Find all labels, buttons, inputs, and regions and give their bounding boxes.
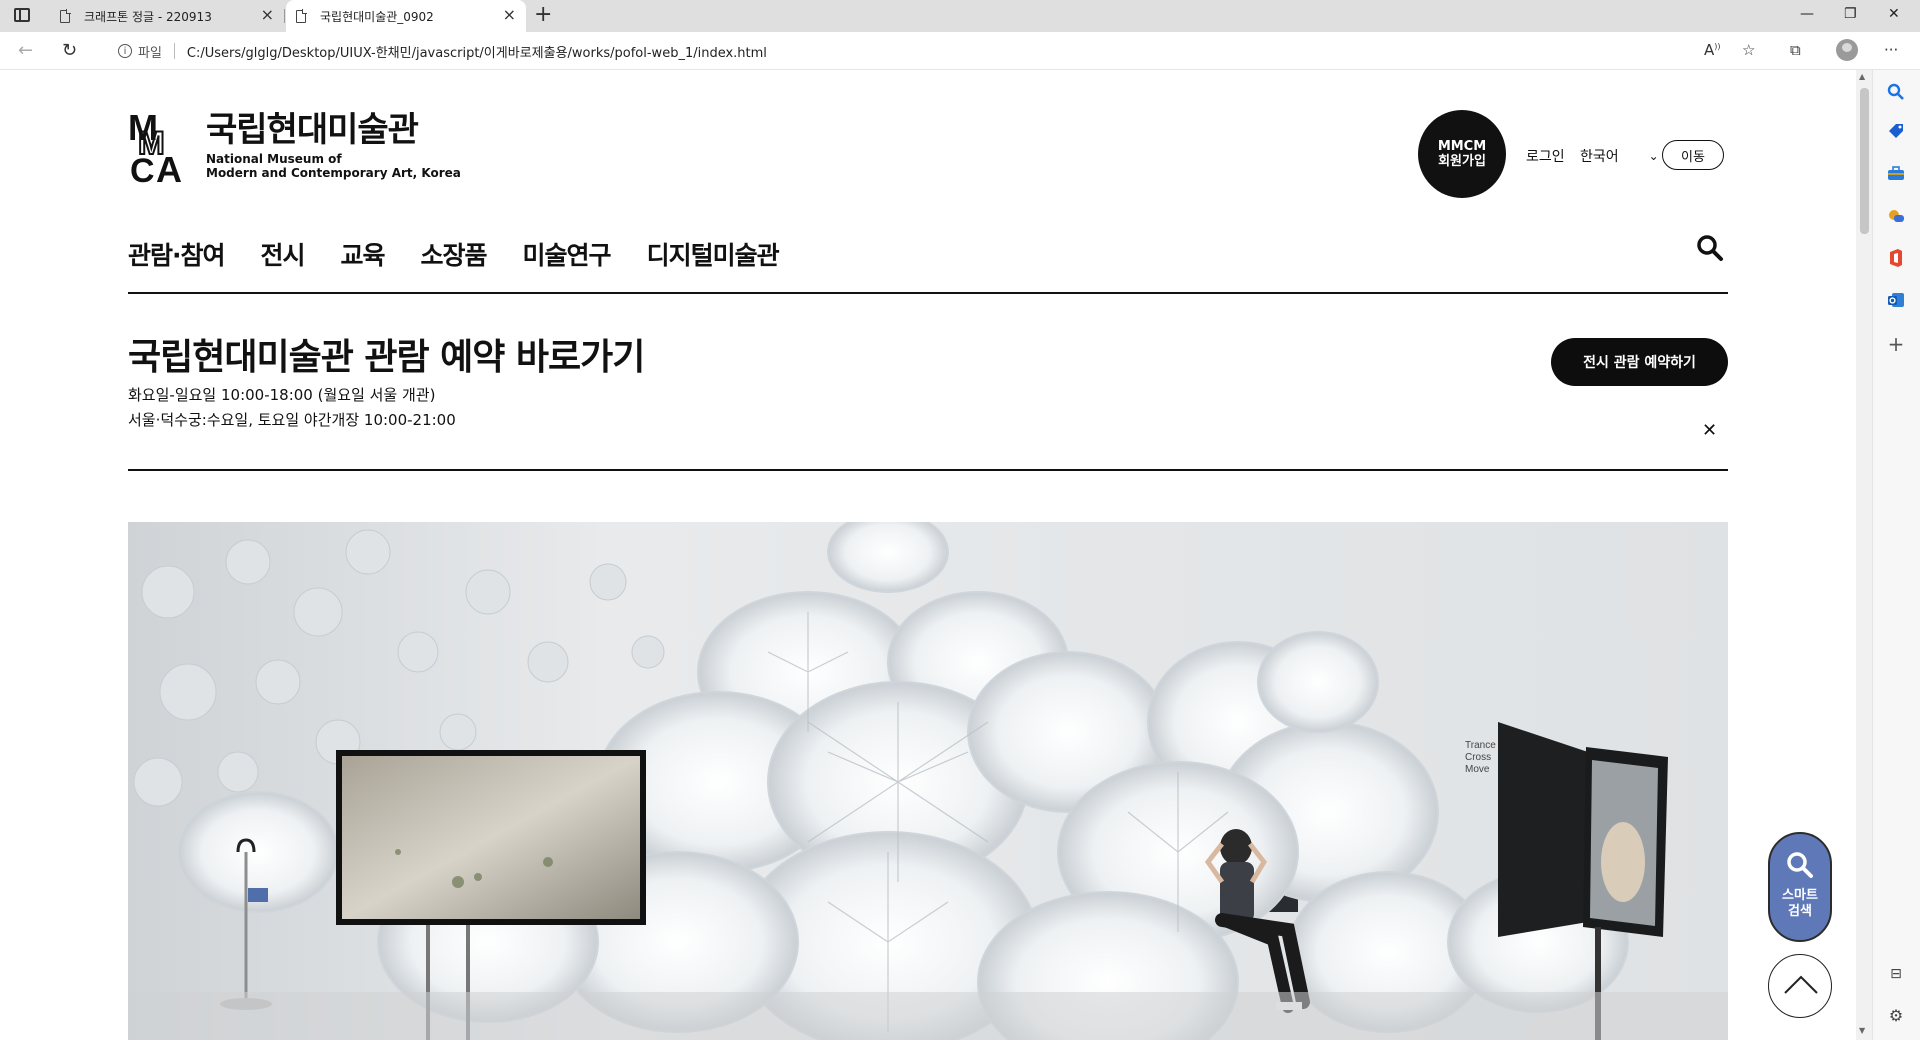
favorites-add-icon[interactable]: ☆ <box>1742 41 1755 59</box>
new-tab-plus-icon[interactable]: + <box>534 3 552 27</box>
close-notice-icon[interactable]: ✕ <box>1702 420 1717 441</box>
document-icon <box>296 9 307 23</box>
close-tab-icon[interactable]: × <box>503 7 516 23</box>
scroll-down-arrow-icon[interactable]: ▼ <box>1859 1026 1865 1035</box>
join-line-2: 회원가입 <box>1438 154 1486 169</box>
nav-item-visit[interactable]: 관람·참여 <box>128 236 225 272</box>
tab-title: 크래프톤 정글 - 220913 <box>84 9 212 24</box>
window-close-icon[interactable]: ✕ <box>1888 6 1900 22</box>
tools-briefcase-icon[interactable] <box>1886 164 1906 184</box>
scroll-thumb[interactable] <box>1860 88 1869 234</box>
notice-divider <box>128 469 1728 471</box>
url-protocol: 파일 <box>138 45 162 61</box>
smart-search-label-2: 검색 <box>1788 904 1812 919</box>
svg-text:A: A <box>156 149 182 184</box>
browser-address-bar: ← ↻ i 파일 C:/Users/glglg/Desktop/UIUX-한채민… <box>0 32 1920 70</box>
outlook-icon[interactable] <box>1886 290 1906 310</box>
search-icon[interactable] <box>1696 234 1724 262</box>
wall-text-line-1: Trance <box>1465 740 1496 751</box>
logo-korean-name: 국립현대미술관 <box>206 110 419 150</box>
header-divider <box>128 292 1728 294</box>
membership-join-button[interactable]: MMCM 회원가입 <box>1418 110 1506 198</box>
settings-gear-icon[interactable]: ⚙ <box>1886 1006 1906 1026</box>
chevron-down-icon: ⌄ <box>1648 149 1659 163</box>
sidebar-toggle-icon[interactable]: ⊟ <box>1886 966 1906 986</box>
smart-search-label-1: 스마트 <box>1782 888 1818 903</box>
nav-item-digital[interactable]: 디지털미술관 <box>647 236 780 272</box>
games-icon[interactable] <box>1886 206 1906 226</box>
nav-item-collection[interactable]: 소장품 <box>421 236 488 272</box>
language-select[interactable]: 한국어 ⌄ <box>1580 146 1659 166</box>
login-link[interactable]: 로그인 <box>1526 146 1565 166</box>
tab-separator <box>284 9 285 23</box>
scroll-up-arrow-icon[interactable]: ▲ <box>1859 72 1865 81</box>
page-scrollbar[interactable]: ▲ ▼ <box>1856 70 1872 1040</box>
add-plus-icon[interactable]: + <box>1886 334 1906 354</box>
logo-english-line-1: National Museum of <box>206 152 342 166</box>
url-text[interactable]: C:/Users/glglg/Desktop/UIUX-한채민/javascri… <box>187 42 767 61</box>
opening-hours-line: 화요일-일요일 10:00-18:00 (월요일 서울 개관) <box>128 386 436 404</box>
collections-icon[interactable]: ⧉ <box>1790 41 1801 59</box>
nav-item-education[interactable]: 교육 <box>341 236 386 272</box>
more-menu-icon[interactable]: ··· <box>1884 41 1898 59</box>
edge-sidebar: + ⊟ ⚙ <box>1872 70 1920 1040</box>
browser-tab-bar: 크래프톤 정글 - 220913 × 국립현대미술관_0902 × + — ❐ … <box>0 0 1920 32</box>
back-arrow-icon[interactable]: ← <box>18 40 33 61</box>
tab-title: 국립현대미술관_0902 <box>320 9 434 24</box>
read-aloud-icon[interactable]: A)) <box>1704 41 1721 59</box>
reserve-exhibition-button[interactable]: 전시 관람 예약하기 <box>1551 338 1728 386</box>
scroll-to-top-button[interactable] <box>1768 954 1832 1018</box>
join-line-1: MMCM <box>1437 139 1487 154</box>
info-icon[interactable]: i <box>118 44 132 58</box>
office-icon[interactable] <box>1886 248 1906 268</box>
browser-tab-2[interactable]: 국립현대미술관_0902 × <box>286 0 526 32</box>
mmca-logo[interactable]: M M C A 국립현대미술관 National Museum of Moder… <box>128 110 461 184</box>
go-button[interactable]: 이동 <box>1662 140 1724 170</box>
night-opening-line: 서울·덕수궁:수요일, 토요일 야간개장 10:00-21:00 <box>128 411 456 429</box>
web-page: M M C A 국립현대미술관 National Museum of Moder… <box>0 70 1856 1040</box>
wall-text-line-3: Move <box>1465 764 1490 775</box>
profile-avatar[interactable] <box>1836 39 1858 61</box>
shopping-tag-icon[interactable] <box>1886 122 1906 142</box>
search-icon[interactable] <box>1886 82 1906 102</box>
refresh-icon[interactable]: ↻ <box>62 40 77 61</box>
smart-search-button[interactable]: 스마트 검색 <box>1768 832 1832 942</box>
url-field[interactable]: i 파일 C:/Users/glglg/Desktop/UIUX-한채민/jav… <box>100 36 1770 66</box>
language-value: 한국어 <box>1580 149 1619 165</box>
logo-english-line-2: Modern and Contemporary Art, Korea <box>206 166 461 180</box>
tab-actions-icon[interactable] <box>14 8 30 22</box>
reservation-notice-title: 국립현대미술관 관람 예약 바로가기 <box>128 337 645 378</box>
main-navigation: 관람·참여 전시 교육 소장품 미술연구 디지털미술관 <box>128 236 815 272</box>
installation-photo: Trance Cross Move <box>128 522 1728 1040</box>
minimize-icon[interactable]: — <box>1800 6 1814 22</box>
wall-text-line-2: Cross <box>1465 752 1491 763</box>
chevron-up-icon <box>1784 975 1818 994</box>
svg-text:C: C <box>130 152 155 184</box>
nav-item-research[interactable]: 미술연구 <box>523 236 612 272</box>
mmca-logo-mark-icon: M M C A <box>128 110 182 184</box>
hero-exhibition-image[interactable]: Trance Cross Move <box>128 522 1728 1040</box>
nav-item-exhibition[interactable]: 전시 <box>261 236 306 272</box>
magnifier-icon <box>1787 852 1813 878</box>
document-icon <box>60 9 71 23</box>
browser-tab-1[interactable]: 크래프톤 정글 - 220913 × <box>50 0 284 32</box>
close-tab-icon[interactable]: × <box>261 7 274 23</box>
restore-icon[interactable]: ❐ <box>1844 6 1857 22</box>
url-separator <box>173 43 175 59</box>
